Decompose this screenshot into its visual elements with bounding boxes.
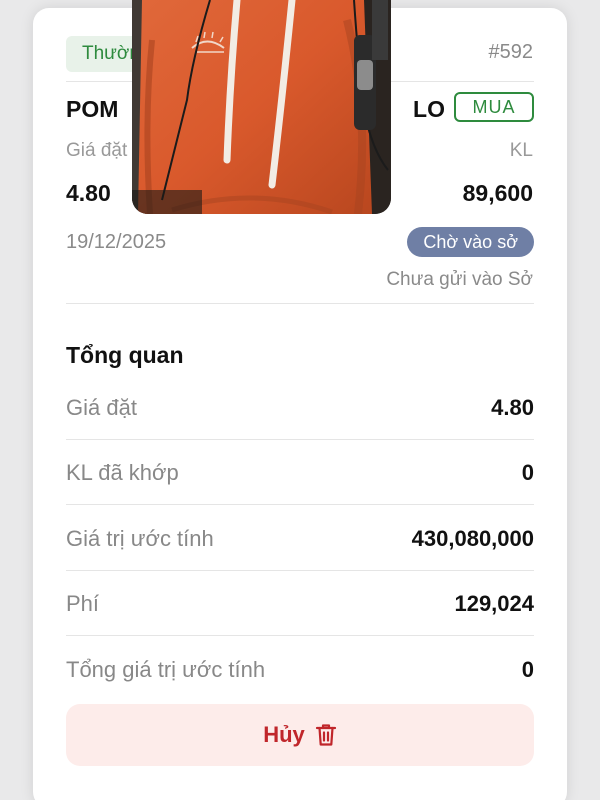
camera-preview-image (132, 0, 391, 214)
cancel-label: Hủy (263, 722, 305, 747)
row-label: Phí (66, 591, 100, 616)
order-kind: LO (413, 96, 445, 122)
cancel-order-button[interactable]: Hủy (66, 704, 534, 766)
row-value: 4.80 (491, 395, 534, 420)
row-value: 0 (521, 657, 534, 682)
row-label: Giá trị ước tính (66, 526, 214, 551)
row-label: Tổng giá trị ước tính (66, 657, 266, 682)
stock-symbol: POM (66, 96, 119, 122)
divider (66, 504, 534, 505)
divider (66, 635, 534, 636)
overview-row: KL đã khớp 0 (66, 440, 534, 505)
overview-title: Tổng quan (66, 342, 184, 368)
price-label: Giá đặt (66, 140, 128, 161)
order-date: 19/12/2025 (66, 231, 167, 253)
side-badge: MUA (454, 92, 534, 122)
row-label: Giá đặt (66, 395, 137, 420)
row-value: 129,024 (454, 591, 534, 616)
trash-icon (315, 723, 337, 747)
price-value: 4.80 (66, 180, 111, 206)
qty-value: 89,600 (462, 180, 533, 206)
order-id: #592 (488, 41, 534, 63)
overview-row: Giá đặt 4.80 (66, 375, 534, 440)
status-badge: Chờ vào sở (407, 227, 534, 257)
overview-row: Giá trị ước tính 430,080,000 (66, 506, 534, 571)
overview-row: Tổng giá trị ước tính 0 (66, 637, 534, 702)
row-value: 0 (521, 460, 534, 485)
status-note: Chưa gửi vào Sở (386, 269, 533, 290)
row-value: 430,080,000 (411, 526, 534, 551)
overview-row: Phí 129,024 (66, 571, 534, 636)
qty-label: KL (509, 140, 533, 161)
row-label: KL đã khớp (66, 460, 179, 485)
divider (66, 303, 534, 304)
